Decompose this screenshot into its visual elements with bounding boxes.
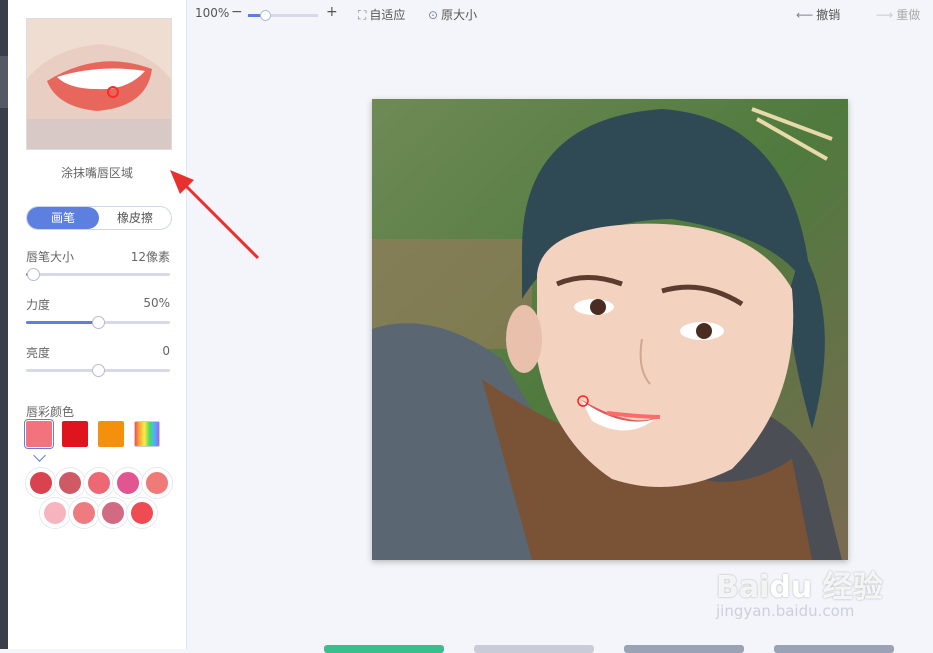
zoom-slider-thumb[interactable] [260,10,271,21]
share-button[interactable] [774,645,894,653]
strength-slider-row: 力度 50% [26,296,170,329]
cancel-button[interactable] [474,645,594,653]
baidu-watermark: Baidu 经验 [716,570,883,605]
redo-arrow-icon: ⟶ [876,8,894,22]
fit-button[interactable]: ⛶ 自适应 [358,6,405,23]
palette-color-dot[interactable] [98,498,128,528]
strength-label: 力度 [26,298,51,312]
strength-thumb[interactable] [92,316,105,329]
portrait-photo [372,99,848,560]
photo-canvas[interactable] [372,99,848,560]
magnifier-icon: ⊙ [428,8,439,22]
palette-color-dot[interactable] [69,498,99,528]
palette-color-dot[interactable] [84,468,114,498]
palette-color-dot[interactable] [127,498,157,528]
undo-button[interactable]: ⟵ 撤销 [796,6,840,23]
strength-track[interactable] [26,316,170,329]
palette-color-dot[interactable] [40,498,70,528]
brush-tool-button[interactable]: 画笔 [27,207,99,229]
strength-fill [26,321,98,324]
strength-value: 50% [143,296,170,310]
confirm-button[interactable] [324,645,444,653]
brush-size-thumb[interactable] [27,268,41,281]
brush-size-label: 唇笔大小 [26,250,75,264]
brush-size-track[interactable] [26,268,170,281]
zoom-percent: 100% [195,6,230,20]
color-swatch-rainbow[interactable] [134,421,160,447]
color-swatch-orange[interactable] [98,421,124,447]
original-size-label: 原大小 [441,8,478,22]
brush-size-slider-row: 唇笔大小 12像素 [26,248,170,281]
lipstick-panel: 涂抹嘴唇区域 画笔 橡皮擦 唇笔大小 12像素 力度 50% 亮度 0 唇彩颜色 [8,0,187,649]
original-size-button[interactable]: ⊙ 原大小 [428,6,477,23]
brightness-slider-row: 亮度 0 [26,344,170,377]
undo-arrow-icon: ⟵ [796,8,814,22]
annotation-arrow [170,170,260,260]
zoom-out-button[interactable]: − [231,4,243,20]
host-sidebar-edge [0,0,8,649]
color-swatch-red[interactable] [62,421,88,447]
save-button[interactable] [624,645,744,653]
color-swatch-pink[interactable] [24,419,54,449]
watermark-url: jingyan.baidu.com [716,602,855,620]
color-palette [26,468,172,534]
undo-label: 撤销 [816,8,841,22]
brightness-thumb[interactable] [92,364,105,377]
brightness-value: 0 [162,344,170,358]
palette-color-dot[interactable] [113,468,143,498]
tool-switch: 画笔 橡皮擦 [26,206,172,230]
fit-label: 自适应 [369,8,406,22]
zoom-slider[interactable] [248,10,318,21]
fit-icon: ⛶ [358,8,367,22]
zoom-in-button[interactable]: + [326,4,338,20]
palette-color-dot[interactable] [26,468,56,498]
lip-preview-illustration [27,19,171,149]
brightness-label: 亮度 [26,346,51,360]
palette-color-dot[interactable] [55,468,85,498]
main-color-swatches [24,419,160,449]
redo-button[interactable]: ⟶ 重做 [876,6,920,23]
lip-preview-image [26,18,172,150]
palette-color-dot[interactable] [142,468,172,498]
redo-label: 重做 [896,8,921,22]
brightness-track[interactable] [26,364,170,377]
host-sidebar-selected [0,56,8,108]
lip-color-label: 唇彩颜色 [26,405,75,419]
